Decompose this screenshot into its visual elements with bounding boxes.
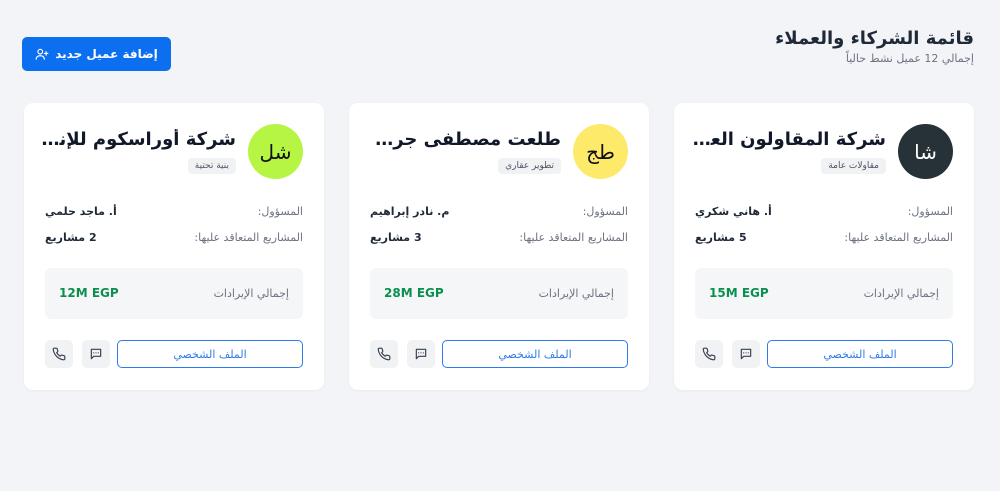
call-button[interactable] (45, 340, 73, 368)
manager-value: م. نادر إبراهيم (370, 205, 450, 218)
revenue-label: إجمالي الإيرادات (538, 287, 614, 300)
revenue-value: 12M EGP (59, 286, 119, 300)
revenue-value: 15M EGP (709, 286, 769, 300)
projects-label: المشاريع المتعاقد عليها: (194, 231, 303, 244)
revenue-label: إجمالي الإيرادات (863, 287, 939, 300)
projects-label: المشاريع المتعاقد عليها: (844, 231, 953, 244)
partner-name: شركة أوراسكوم للإنشاءات (40, 129, 236, 150)
category-badge: بنية تحتية (187, 158, 236, 174)
manager-value: أ. ماجد حلمي (45, 205, 117, 218)
profile-button[interactable]: الملف الشخصي (117, 340, 303, 368)
message-button[interactable] (407, 340, 435, 368)
manager-label: المسؤول: (907, 205, 953, 218)
page-header: قائمة الشركاء والعملاء إجمالي 12 عميل نش… (22, 28, 974, 71)
page-title: قائمة الشركاء والعملاء (775, 28, 974, 49)
profile-button[interactable]: الملف الشخصي (767, 340, 953, 368)
partner-name: شركة المقاولون العرب (690, 129, 886, 150)
avatar: شا (898, 124, 953, 179)
user-plus-icon (35, 48, 49, 60)
call-button[interactable] (370, 340, 398, 368)
phone-icon (377, 347, 391, 361)
manager-label: المسؤول: (582, 205, 628, 218)
message-button[interactable] (732, 340, 760, 368)
revenue-value: 28M EGP (384, 286, 444, 300)
manager-value: أ. هاني شكري (695, 205, 772, 218)
message-icon (415, 348, 427, 360)
projects-value: 2 مشاريع (45, 231, 97, 244)
page: قائمة الشركاء والعملاء إجمالي 12 عميل نش… (0, 0, 1000, 491)
avatar: طج (573, 124, 628, 179)
revenue-box: إجمالي الإيرادات 28M EGP (370, 268, 628, 319)
partner-card: طج طلعت مصطفى جروب تطوير عقاري المسؤول: … (349, 103, 649, 390)
call-button[interactable] (695, 340, 723, 368)
avatar-initials: شا (914, 139, 937, 164)
avatar-initials: شل (259, 139, 292, 164)
partner-name: طلعت مصطفى جروب (365, 129, 561, 150)
partner-card: شل شركة أوراسكوم للإنشاءات بنية تحتية ال… (24, 103, 324, 390)
category-badge: تطوير عقاري (498, 158, 561, 174)
profile-button[interactable]: الملف الشخصي (442, 340, 628, 368)
revenue-box: إجمالي الإيرادات 12M EGP (45, 268, 303, 319)
avatar-initials: طج (586, 139, 615, 164)
partner-card: شا شركة المقاولون العرب مقاولات عامة الم… (674, 103, 974, 390)
manager-label: المسؤول: (257, 205, 303, 218)
projects-value: 3 مشاريع (370, 231, 422, 244)
page-subtitle: إجمالي 12 عميل نشط حالياً (845, 52, 974, 65)
message-button[interactable] (82, 340, 110, 368)
revenue-label: إجمالي الإيرادات (213, 287, 289, 300)
avatar: شل (248, 124, 303, 179)
add-client-label: إضافة عميل جديد (55, 47, 158, 61)
phone-icon (52, 347, 66, 361)
projects-value: 5 مشاريع (695, 231, 747, 244)
phone-icon (702, 347, 716, 361)
category-badge: مقاولات عامة (821, 158, 886, 174)
message-icon (90, 348, 102, 360)
add-client-button[interactable]: إضافة عميل جديد (22, 37, 171, 71)
message-icon (740, 348, 752, 360)
projects-label: المشاريع المتعاقد عليها: (519, 231, 628, 244)
revenue-box: إجمالي الإيرادات 15M EGP (695, 268, 953, 319)
